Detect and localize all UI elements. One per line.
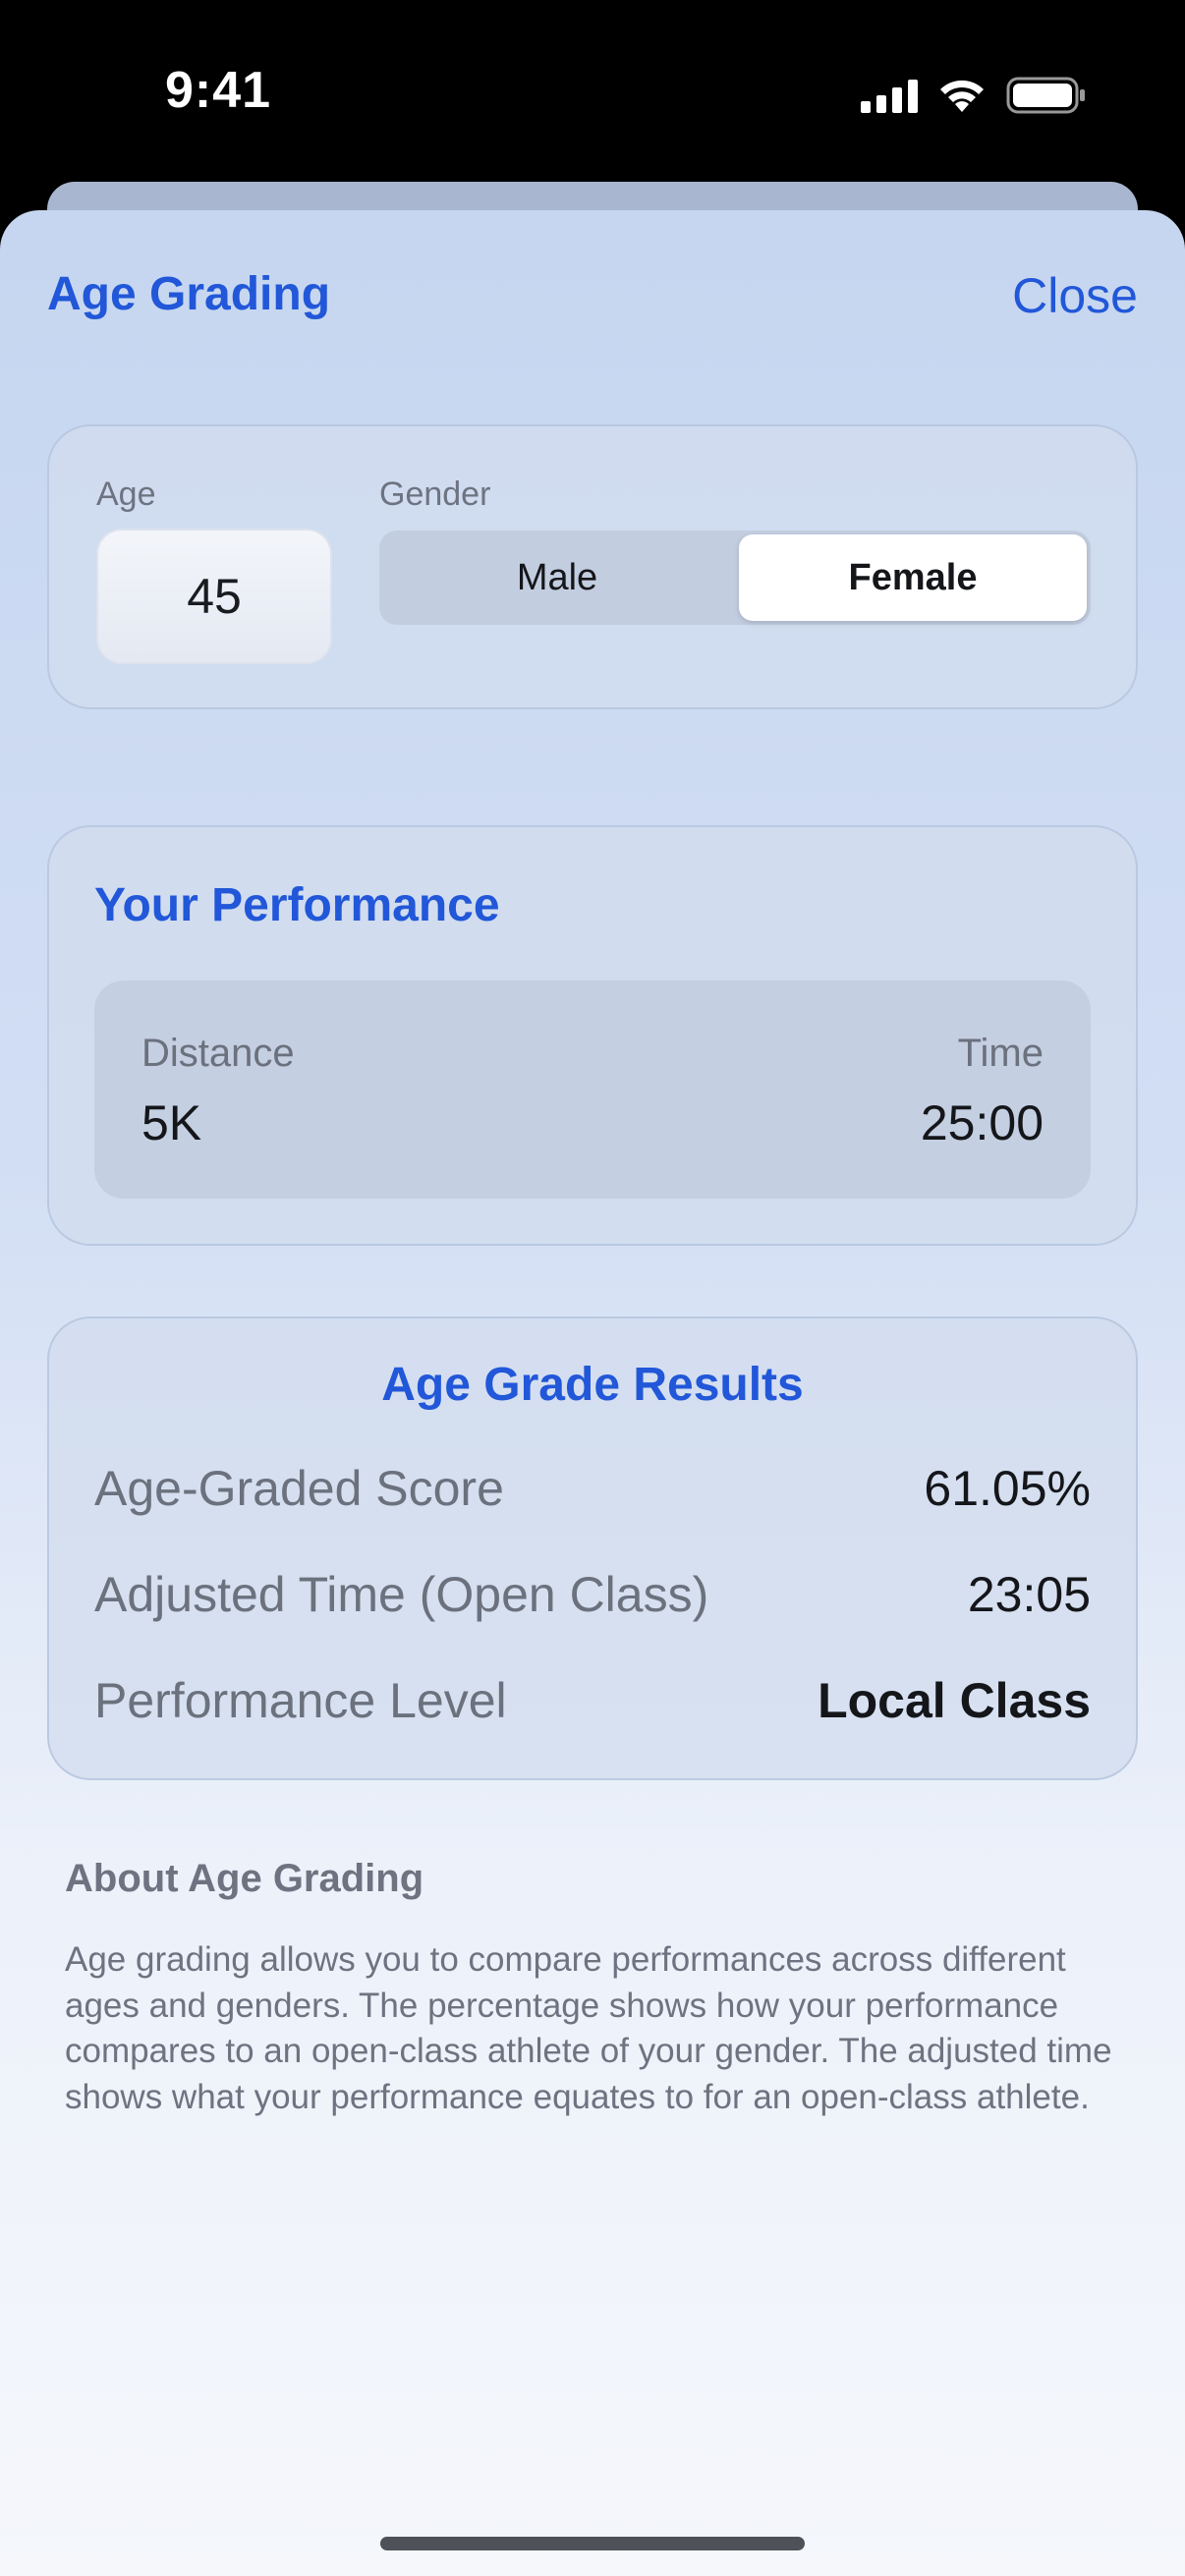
wifi-icon [940,80,984,112]
about-title: About Age Grading [65,1857,424,1900]
performance-summary[interactable]: Distance 5K Time 25:00 [94,980,1091,1199]
results-card: Age Grade Results Age-Graded Score 61.05… [47,1316,1138,1780]
score-label: Age-Graded Score [94,1461,504,1516]
results-title: Age Grade Results [381,1359,804,1411]
adjusted-time-value: 23:05 [967,1567,1091,1622]
performance-card: Your Performance Distance 5K Time 25:00 [47,825,1138,1246]
status-time: 9:41 [165,62,272,119]
age-label: Age [96,476,156,513]
home-indicator[interactable] [380,2537,805,2550]
about-text: Age grading allows you to compare perfor… [65,1940,1112,2116]
gender-label: Gender [379,476,491,513]
gender-option-female[interactable]: Female [739,534,1087,621]
time-value: 25:00 [920,1095,1044,1150]
adjusted-time-label: Adjusted Time (Open Class) [94,1567,709,1622]
age-input[interactable]: 45 [96,529,332,664]
gender-option-male[interactable]: Male [383,534,731,621]
performance-level-label: Performance Level [94,1673,507,1728]
performance-level-value: Local Class [818,1673,1091,1728]
performance-title: Your Performance [94,879,500,931]
gender-segmented-control: Male Female [379,531,1091,625]
page-title: Age Grading [47,268,331,320]
result-row-score: Age-Graded Score 61.05% [94,1460,1091,1519]
result-row-adjusted-time: Adjusted Time (Open Class) 23:05 [94,1566,1091,1625]
age-grading-sheet: Age Grading Close Age 45 Gender Male Fem… [0,210,1185,2576]
close-button[interactable]: Close [1012,267,1138,324]
status-bar: 9:41 [0,0,1185,196]
time-label: Time [957,1032,1044,1075]
input-card: Age 45 Gender Male Female [47,424,1138,709]
battery-icon [1006,77,1085,114]
score-value: 61.05% [924,1461,1091,1516]
result-row-performance-level: Performance Level Local Class [94,1672,1091,1731]
distance-value: 5K [141,1095,202,1150]
status-icons [861,73,1087,118]
distance-label: Distance [141,1032,295,1075]
cellular-signal-icon [861,78,918,113]
